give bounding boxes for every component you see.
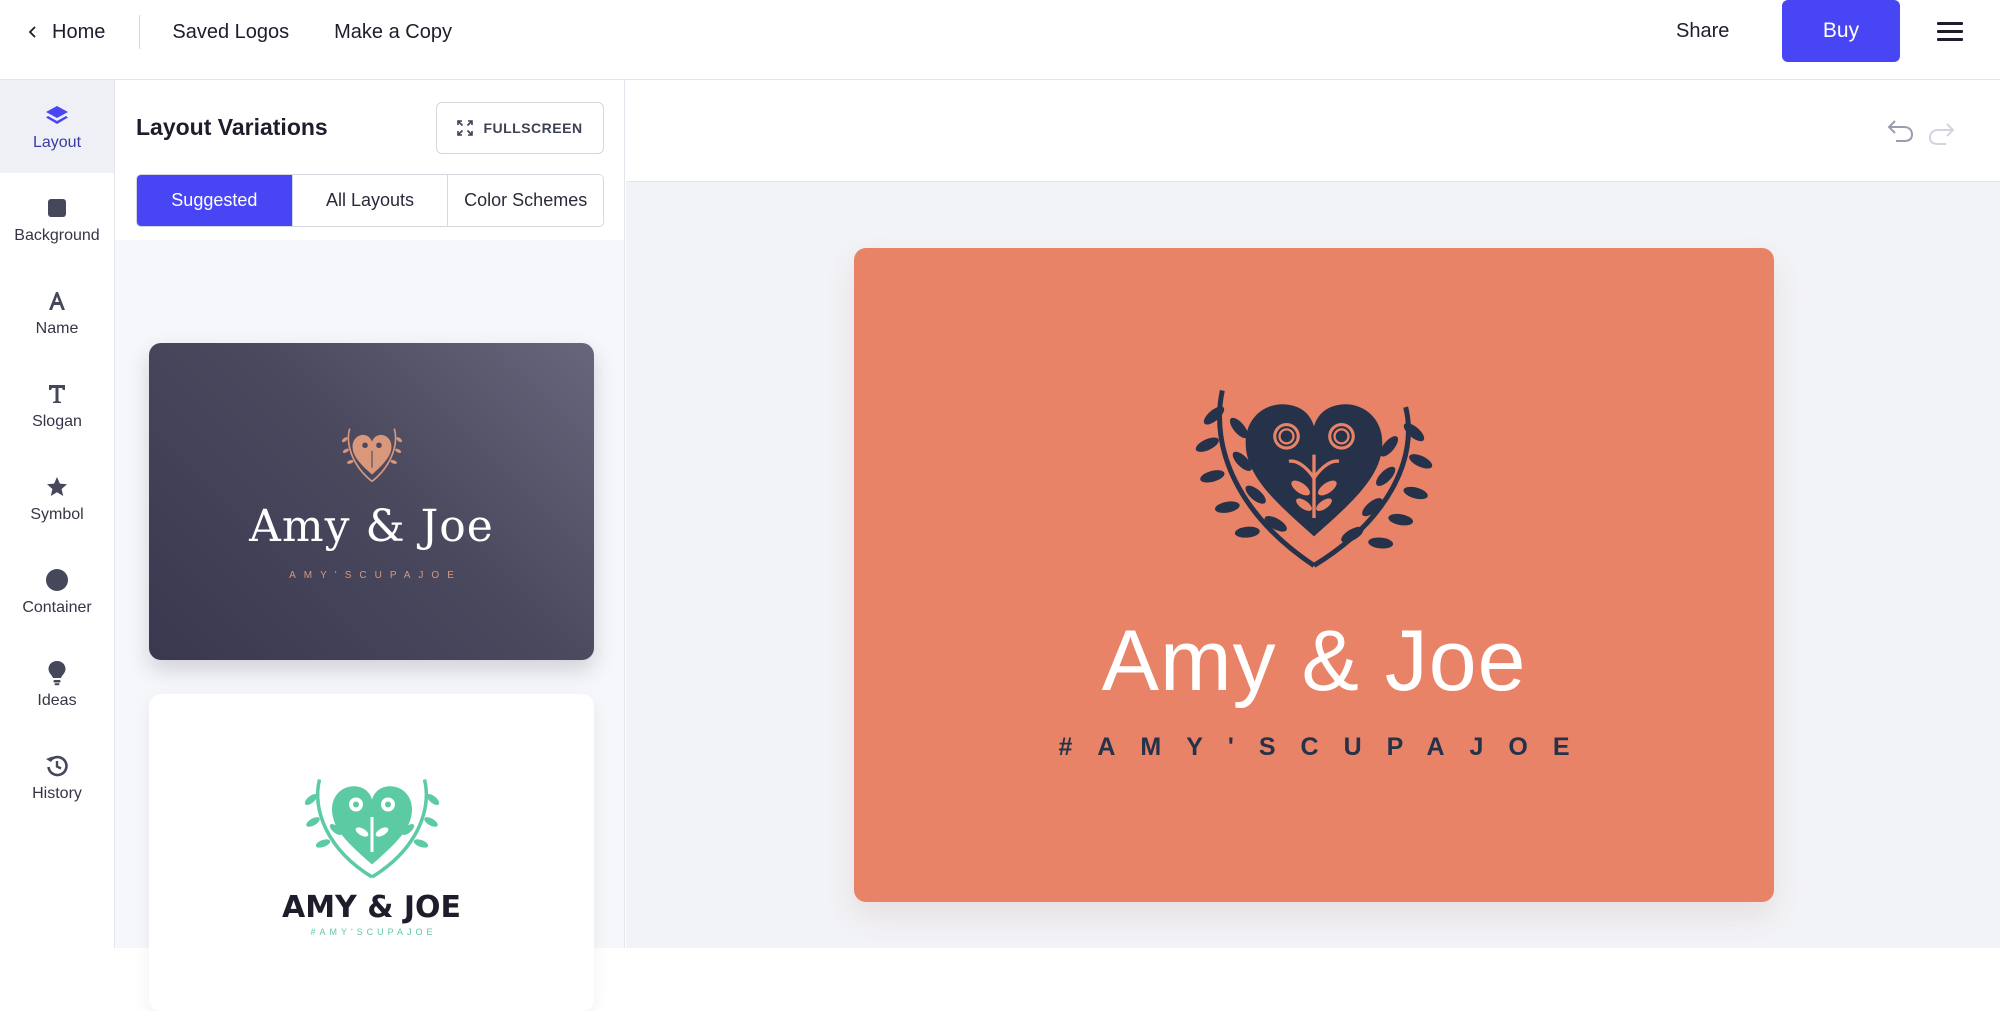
home-label: Home <box>52 20 106 43</box>
card-name: Amy & Joe <box>249 500 494 552</box>
fullscreen-label: FULLSCREEN <box>483 120 583 136</box>
rail-item-background[interactable]: Background <box>0 173 114 266</box>
undo-icon[interactable] <box>1886 115 1914 143</box>
rail-item-container[interactable]: Container <box>0 545 114 638</box>
layout-cards-list: Amy & Joe AMY'SCUPAJOE AMY & JOE #AMY'SC… <box>115 240 624 1011</box>
letter-a-icon <box>44 288 70 314</box>
top-bar: Home Saved Logos Make a Copy Share Buy <box>0 0 2000 80</box>
chevron-left-icon <box>28 26 36 38</box>
tab-color-schemes[interactable]: Color Schemes <box>447 175 603 226</box>
tab-suggested[interactable]: Suggested <box>137 175 292 226</box>
layers-icon <box>44 102 70 128</box>
tab-all-layouts[interactable]: All Layouts <box>291 175 448 226</box>
logo-preview[interactable]: Amy & Joe #AMY'SCUPAJOE <box>854 248 1774 902</box>
heart-symbol <box>341 427 402 482</box>
layout-panel: Layout Variations FULLSCREEN Suggested A… <box>115 80 625 1011</box>
rail-label: Symbol <box>30 505 84 523</box>
rail-label: History <box>32 784 82 802</box>
make-copy-link[interactable]: Make a Copy <box>334 21 452 44</box>
share-button[interactable]: Share <box>1676 20 1729 43</box>
redo-icon[interactable] <box>1928 118 1956 146</box>
rail-label: Name <box>35 319 79 337</box>
star-icon <box>44 474 70 500</box>
letter-t-icon <box>44 381 70 407</box>
lightbulb-icon <box>44 660 70 686</box>
rail-item-slogan[interactable]: Slogan <box>0 359 114 452</box>
card-slogan: #AMY'SCUPAJOE <box>310 927 437 937</box>
top-left-nav: Home Saved Logos Make a Copy <box>26 0 497 64</box>
logo-slogan-text[interactable]: #AMY'SCUPAJOE <box>854 733 1774 762</box>
rail-label: Background <box>14 226 100 244</box>
rail-label: Ideas <box>37 691 77 709</box>
buy-button[interactable]: Buy <box>1782 0 1900 62</box>
rail-item-name[interactable]: Name <box>0 266 114 359</box>
rail-label: Container <box>22 598 92 616</box>
expand-icon <box>457 120 474 136</box>
logo-name-text[interactable]: Amy & Joe <box>854 612 1774 711</box>
card-name: AMY & JOE <box>281 890 461 925</box>
saved-logos-link[interactable]: Saved Logos <box>172 21 289 44</box>
canvas-toolbar <box>626 80 2000 182</box>
circle-icon <box>44 567 70 593</box>
square-icon <box>44 195 70 221</box>
hamburger-menu-icon[interactable] <box>1937 22 1963 42</box>
layout-card[interactable]: Amy & Joe AMY'SCUPAJOE <box>149 343 594 660</box>
rail-label: Layout <box>32 133 82 151</box>
divider <box>139 15 141 49</box>
left-rail: Layout Background Name Slogan Symbol Con… <box>0 80 115 948</box>
fullscreen-button[interactable]: FULLSCREEN <box>436 102 604 154</box>
rail-item-symbol[interactable]: Symbol <box>0 452 114 545</box>
history-icon <box>44 753 70 779</box>
home-link[interactable]: Home <box>26 21 105 44</box>
heart-symbol[interactable] <box>1189 378 1439 578</box>
heart-symbol <box>304 779 439 879</box>
layout-tabs: Suggested All Layouts Color Schemes <box>136 174 604 227</box>
rail-item-history[interactable]: History <box>0 731 114 824</box>
rail-label: Slogan <box>32 412 82 430</box>
rail-item-layout[interactable]: Layout <box>0 80 114 173</box>
layout-card[interactable]: AMY & JOE #AMY'SCUPAJOE <box>149 694 594 1011</box>
panel-title: Layout Variations <box>136 114 328 140</box>
rail-item-ideas[interactable]: Ideas <box>0 638 114 731</box>
card-slogan: AMY'SCUPAJOE <box>289 569 462 581</box>
